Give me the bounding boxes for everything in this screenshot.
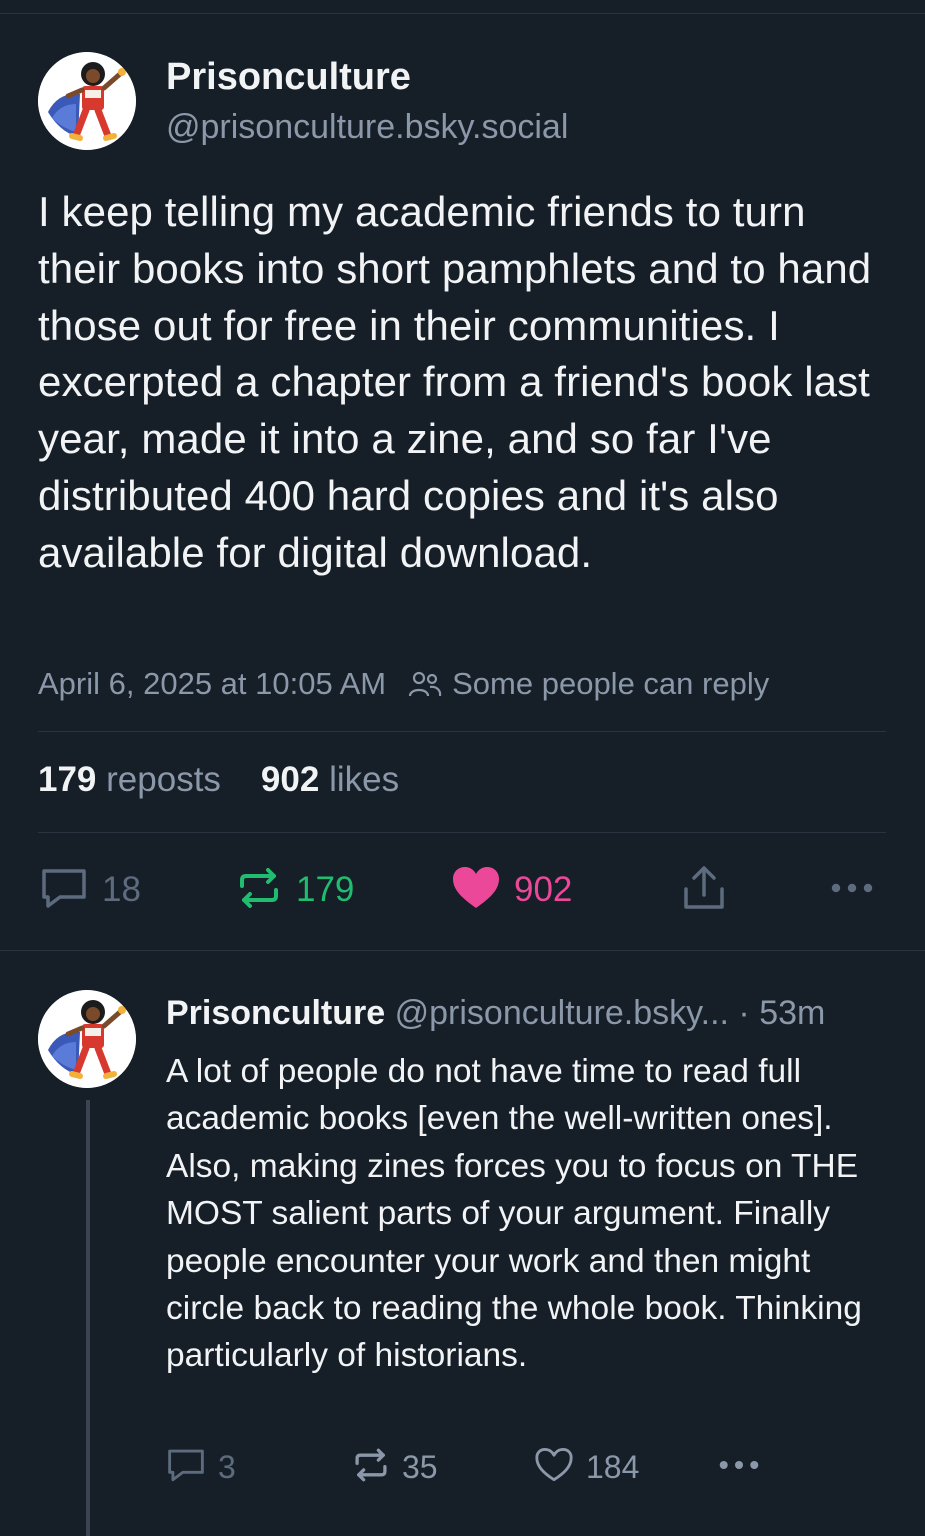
more-dots-icon: [718, 1458, 760, 1476]
comment-icon: [166, 1447, 206, 1488]
reply-repost-count: 35: [402, 1448, 438, 1485]
reply-author-handle[interactable]: @prisonculture.bsky...: [395, 994, 729, 1032]
reposts-label: reposts: [106, 760, 221, 799]
reply-author-name[interactable]: Prisonculture: [166, 994, 385, 1032]
reply-setting[interactable]: Some people can reply: [452, 666, 769, 702]
reply-text: A lot of people do not have time to read…: [166, 1053, 862, 1375]
author-name[interactable]: Prisonculture: [166, 56, 411, 99]
reply-repost-button[interactable]: 35: [352, 1442, 438, 1492]
reply-separator: ·: [738, 994, 750, 1032]
people-icon: [408, 669, 442, 699]
reply-reply-count: 3: [218, 1448, 236, 1485]
share-button[interactable]: [682, 862, 726, 918]
reply-header: Prisonculture @prisonculture.bsky... · 5…: [166, 994, 825, 1033]
heart-outline-icon: [534, 1447, 574, 1488]
superhero-avatar-icon: [38, 990, 136, 1088]
repost-icon: [352, 1447, 390, 1488]
post-meta: April 6, 2025 at 10:05 AM Some people ca…: [38, 664, 769, 704]
likes-count-link[interactable]: 902 likes: [261, 760, 399, 800]
more-options-button[interactable]: [830, 862, 874, 918]
author-avatar[interactable]: [38, 52, 136, 150]
reply-button[interactable]: 18: [40, 862, 141, 918]
post-actions: 18 179 902: [0, 862, 925, 918]
author-handle[interactable]: @prisonculture.bsky.social: [166, 108, 568, 147]
reply-count: 18: [102, 870, 141, 909]
divider: [38, 832, 886, 833]
reposts-count-link[interactable]: 179 reposts: [38, 760, 221, 800]
section-divider: [0, 950, 925, 951]
more-dots-icon: [830, 881, 874, 899]
likes-count: 902: [260, 760, 320, 799]
comment-icon: [40, 866, 88, 915]
likes-label: likes: [329, 760, 400, 799]
heart-filled-icon: [452, 866, 500, 915]
share-icon: [682, 865, 726, 916]
post-timestamp[interactable]: April 6, 2025 at 10:05 AM: [38, 666, 386, 702]
superhero-avatar-icon: [38, 52, 136, 150]
divider: [38, 731, 886, 732]
repost-button[interactable]: 179: [236, 862, 354, 918]
reply-time[interactable]: 53m: [759, 994, 825, 1032]
top-divider: [0, 13, 925, 14]
repost-icon: [236, 866, 282, 915]
reply-more-options-button[interactable]: [718, 1442, 760, 1492]
reposts-count: 179: [38, 760, 97, 799]
reply-like-button[interactable]: 184: [534, 1442, 639, 1492]
reply-like-count: 184: [586, 1448, 640, 1485]
engagement-counts: 179 reposts 902 likes: [38, 760, 439, 800]
like-button[interactable]: 902: [452, 862, 572, 918]
like-count: 902: [514, 870, 573, 909]
post-text: I keep telling my academic friends to tu…: [38, 188, 872, 576]
reply-author-avatar[interactable]: [38, 990, 136, 1088]
reply-reply-button[interactable]: 3: [166, 1442, 236, 1492]
reply-actions: 3 35 184: [0, 1442, 925, 1492]
repost-count: 179: [296, 870, 355, 909]
